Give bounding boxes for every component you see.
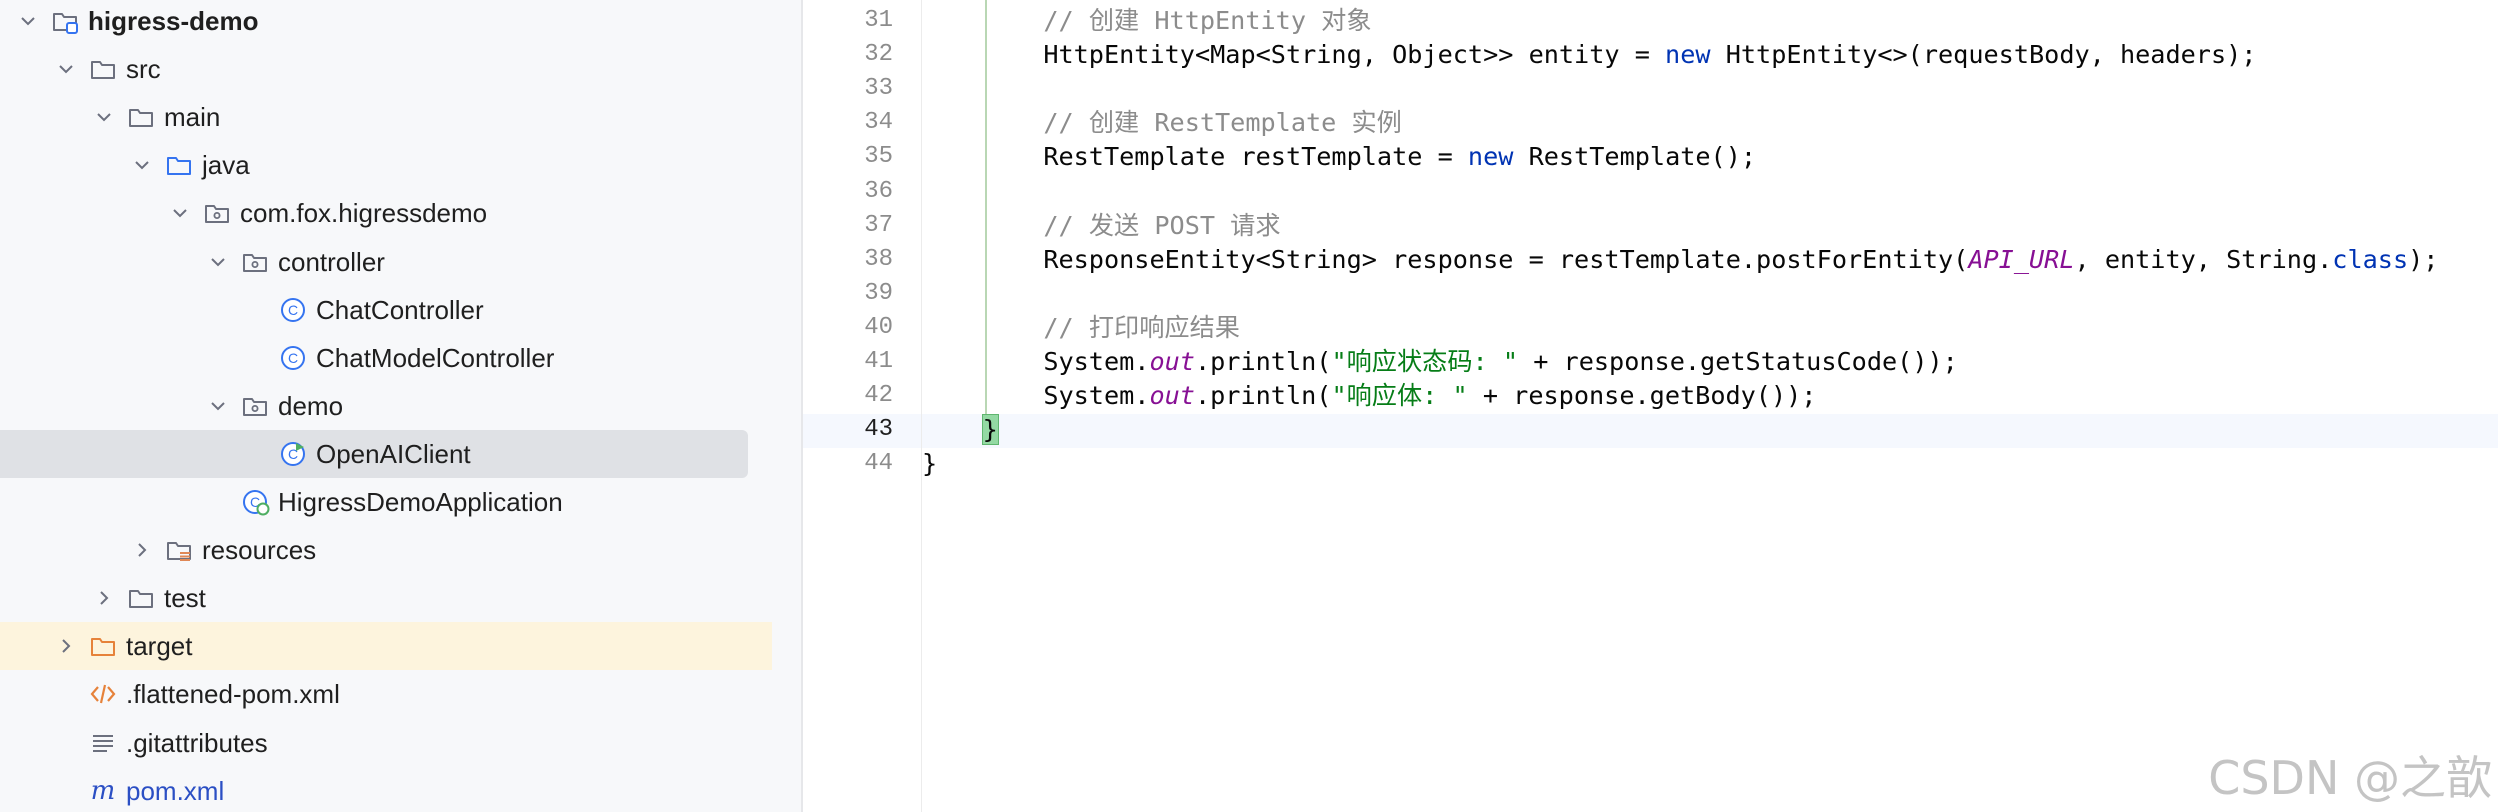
watermark: CSDN @之歆	[2208, 751, 2492, 805]
chevron-down-icon[interactable]	[206, 250, 230, 274]
tree-item-label: OpenAIClient	[316, 438, 471, 469]
module-folder-icon	[50, 6, 80, 36]
folder-icon	[88, 54, 118, 84]
package-icon	[202, 198, 232, 228]
tree-item-label: resources	[202, 535, 317, 566]
tree-item-label: ChatModelController	[316, 342, 555, 373]
line-number: 38	[864, 245, 893, 273]
java-runnable-class-icon: C	[278, 439, 308, 469]
code-line[interactable]: }	[922, 413, 999, 447]
tree-item-controller[interactable]: controller	[0, 238, 801, 286]
tree-item-resources[interactable]: resources	[0, 526, 801, 574]
line-number: 32	[864, 41, 893, 69]
tree-item-demo[interactable]: demo	[0, 382, 801, 430]
tree-item-label: pom.xml	[126, 775, 225, 806]
line-number: 41	[864, 348, 893, 375]
java-class-icon: C	[278, 295, 308, 325]
tree-item-flattened-pom-xml[interactable]: .flattened-pom.xml	[0, 670, 801, 718]
tree-item-chatcontroller[interactable]: C ChatController	[0, 286, 801, 334]
text-file-icon	[88, 728, 118, 758]
code-line[interactable]: ResponseEntity<String> response = restTe…	[922, 243, 2438, 277]
code-line[interactable]: RestTemplate restTemplate = new RestTemp…	[922, 140, 1756, 174]
java-class-icon: C	[278, 343, 308, 373]
line-number: 35	[864, 143, 893, 171]
maven-file-icon: m	[88, 776, 118, 806]
chevron-down-icon[interactable]	[16, 9, 40, 33]
code-line[interactable]: // 创建 RestTemplate 实例	[922, 106, 1402, 140]
chevron-down-icon[interactable]	[130, 153, 154, 177]
line-number: 34	[864, 109, 893, 137]
tree-item-label: java	[202, 150, 250, 181]
package-icon	[240, 391, 270, 421]
tree-item-label: target	[126, 631, 193, 662]
tree-item-label: com.fox.higressdemo	[240, 198, 488, 229]
xml-file-icon	[88, 679, 118, 709]
line-number: 44	[864, 450, 893, 478]
tree-item-target[interactable]: target	[0, 622, 801, 671]
tree-item-label: HigressDemoApplication	[278, 487, 563, 517]
package-icon	[240, 247, 270, 277]
code-line[interactable]: System.out.println("响应体: " + response.ge…	[922, 379, 1816, 413]
tree-item-label: .gitattributes	[126, 727, 268, 758]
code-line[interactable]: // 打印响应结果	[922, 311, 1240, 345]
chevron-right-icon[interactable]	[54, 634, 78, 658]
project-tree-panel: higress-demo src main java com.fox.higressde…	[0, 0, 801, 812]
tree-item-gitattributes[interactable]: .gitattributes	[0, 719, 801, 767]
tree-item-higressdemoapplication[interactable]: C HigressDemoApplication	[0, 478, 801, 526]
matched-brace: }	[981, 414, 999, 446]
line-number: 37	[864, 211, 893, 239]
tree-item-label: demo	[278, 390, 344, 421]
chevron-down-icon[interactable]	[54, 57, 78, 81]
chevron-down-icon[interactable]	[206, 394, 230, 418]
tree-item-higress-demo[interactable]: higress-demo	[0, 0, 801, 45]
svg-text:m: m	[91, 776, 116, 806]
tree-item-label: controller	[278, 246, 385, 277]
tree-item-main[interactable]: main	[0, 93, 801, 141]
tree-item-test[interactable]: test	[0, 574, 801, 622]
line-number: 40	[864, 313, 893, 341]
code-line[interactable]: HttpEntity<Map<String, Object>> entity =…	[922, 38, 2256, 72]
line-number: 42	[864, 382, 893, 410]
line-number: 31	[864, 7, 893, 34]
svg-text:C: C	[288, 350, 298, 366]
line-number: 36	[864, 177, 893, 205]
tree-item-com-fox-higressdemo[interactable]: com.fox.higressdemo	[0, 189, 801, 237]
tree-item-openaiclient[interactable]: C OpenAIClient	[0, 429, 801, 478]
tree-item-label: higress-demo	[88, 6, 259, 36]
folder-icon	[126, 102, 156, 132]
source-folder-icon	[164, 150, 194, 180]
folder-icon	[126, 583, 156, 613]
spring-boot-class-icon: C	[240, 487, 270, 517]
tree-item-chatmodelcontroller[interactable]: C ChatModelController	[0, 334, 801, 382]
code-line[interactable]: }	[922, 447, 937, 481]
chevron-down-icon[interactable]	[92, 105, 116, 129]
tree-item-label: ChatController	[316, 294, 484, 325]
chevron-right-icon[interactable]	[130, 538, 154, 562]
code-line[interactable]: System.out.println("响应状态码: " + response.…	[922, 345, 1958, 379]
chevron-right-icon[interactable]	[92, 586, 116, 610]
tree-item-label: .flattened-pom.xml	[126, 679, 340, 710]
line-number: 39	[864, 279, 893, 307]
code-line[interactable]: // 发送 POST 请求	[922, 209, 1280, 243]
tree-item-label: main	[164, 102, 221, 133]
tree-item-label: src	[126, 54, 161, 85]
svg-text:C: C	[288, 302, 298, 318]
tree-item-java[interactable]: java	[0, 141, 801, 189]
tree-item-pom-xml[interactable]: m pom.xml	[0, 767, 801, 812]
line-number: 33	[864, 75, 893, 103]
tree-item-label: test	[164, 583, 206, 614]
code-line[interactable]: // 创建 HttpEntity 对象	[922, 4, 1371, 38]
tree-item-src[interactable]: src	[0, 45, 801, 93]
line-number: 43	[864, 416, 893, 444]
resources-folder-icon	[164, 535, 194, 565]
chevron-down-icon[interactable]	[168, 201, 192, 225]
excluded-folder-icon	[88, 631, 118, 661]
